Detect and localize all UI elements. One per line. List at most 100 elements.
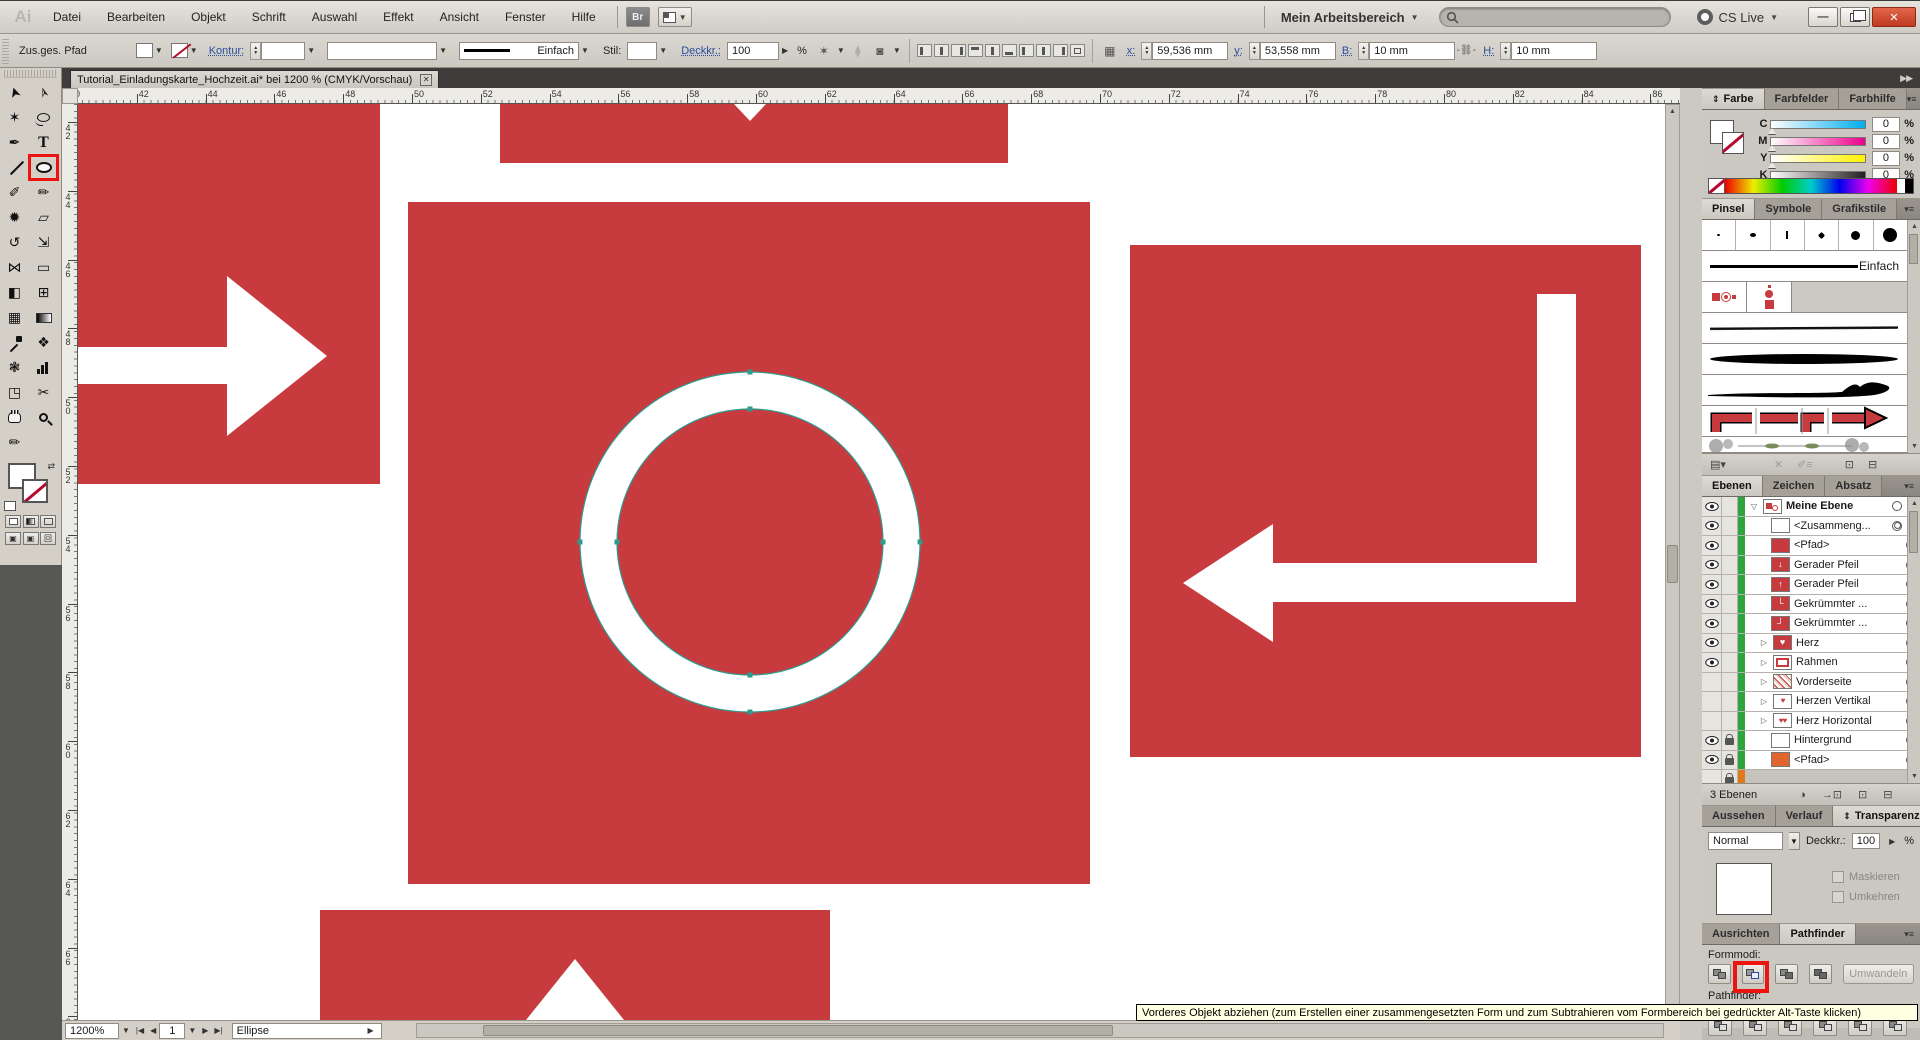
lasso-tool[interactable] [29,105,58,130]
layer-thumbnail[interactable]: ♥ [1773,694,1792,709]
layer-thumbnail[interactable]: ♥ [1773,635,1792,650]
menu-bearbeiten[interactable]: Bearbeiten [94,4,178,30]
height-stepper[interactable]: ▲▼ [1500,42,1511,60]
layer-name[interactable]: Meine Ebene [1786,500,1853,512]
direct-selection-tool[interactable]: ➢ [29,80,58,105]
align-left-icon[interactable] [917,44,932,57]
opacity-field[interactable]: 100 [727,42,779,60]
tab-ebenen[interactable]: Ebenen [1702,476,1763,496]
width-tool[interactable]: ⋈ [0,255,29,280]
blend-mode-select[interactable]: Normal [1708,832,1783,850]
brush-item-basic[interactable]: Einfach [1702,251,1907,282]
vertical-scroll-thumb[interactable] [1667,545,1678,583]
tab-absatz[interactable]: Absatz [1825,476,1882,496]
layer-scrollbar[interactable]: ▲▼ [1907,497,1920,783]
none-mode-button[interactable] [40,515,56,528]
visibility-toggle[interactable] [1702,731,1722,750]
distribute-right-icon[interactable] [1053,44,1068,57]
tab-pinsel[interactable]: Pinsel [1702,199,1755,219]
panel-menu-icon[interactable]: ▾≡ [1904,929,1920,944]
recolor-artwork-icon[interactable]: ◙ [870,42,890,60]
canvas[interactable] [78,104,1665,1020]
path-eraser-tool[interactable]: ✏ [0,430,29,455]
layer-thumbnail[interactable] [1771,538,1790,553]
style-field[interactable] [627,42,657,60]
spectrum-gradient[interactable] [1725,179,1897,193]
opacity-spinner-icon[interactable]: ▶ [779,46,791,55]
slider-marker[interactable] [1768,145,1776,151]
visibility-toggle[interactable] [1702,751,1722,770]
ellipse-tool[interactable] [29,155,58,180]
bridge-button[interactable]: Br [626,7,650,27]
horizontal-scroll-thumb[interactable] [483,1025,1113,1036]
panel-grip[interactable] [2,38,9,64]
menu-effekt[interactable]: Effekt [370,4,426,30]
y-label[interactable]: y: [1234,45,1243,57]
scroll-down-icon[interactable]: ▼ [1908,770,1920,783]
disclosure-icon[interactable]: ▷ [1759,677,1769,686]
artwork-white-arrow-head[interactable] [227,276,327,436]
disclosure-icon[interactable]: ▷ [1759,697,1769,706]
menu-datei[interactable]: Datei [40,4,94,30]
close-button[interactable]: ✕ [1872,7,1916,27]
layer-row[interactable]: ┘Gekrümmter ... [1702,614,1920,634]
slider-marker[interactable] [1768,162,1776,168]
artwork-white-ring-selected[interactable] [570,362,930,722]
status-indicator[interactable]: Ellipse ▶ [232,1023,382,1039]
stroke-weight-link[interactable]: Kontur: [209,45,244,57]
stroke-color-swatch[interactable] [1722,132,1744,154]
visibility-toggle[interactable] [1702,653,1722,672]
layer-name[interactable]: Herz [1796,637,1819,649]
delete-layer-icon[interactable]: ⊟ [1883,788,1892,801]
brush-item-calligraphic-set[interactable] [1702,220,1907,251]
visibility-toggle[interactable] [1702,536,1722,555]
tab-grafikstile[interactable]: Grafikstile [1822,199,1897,219]
channel-slider[interactable] [1770,137,1865,146]
zoom-tool[interactable] [29,405,58,430]
select-similar-icon[interactable]: ✶ [814,42,834,60]
lock-toggle[interactable] [1722,536,1738,555]
selection-tool[interactable]: ➤ [0,80,29,105]
target-circle[interactable] [1892,521,1902,531]
menu-ansicht[interactable]: Ansicht [427,4,492,30]
search-input[interactable] [1439,7,1671,27]
column-graph-tool[interactable] [29,355,58,380]
minimize-button[interactable]: — [1808,7,1838,27]
layer-thumbnail[interactable] [1771,752,1790,767]
y-stepper[interactable]: ▲▼ [1249,42,1260,60]
panel-grip[interactable] [4,70,57,78]
disclosure-icon[interactable]: ▷ [1759,716,1769,725]
lock-toggle[interactable] [1722,770,1738,783]
pen-tool[interactable]: ✒ [0,130,29,155]
draw-behind-button[interactable]: ▣ [23,532,39,545]
visibility-toggle[interactable] [1702,575,1722,594]
visibility-toggle[interactable] [1702,770,1722,783]
y-field[interactable]: 53,558 mm [1260,42,1336,60]
layer-row[interactable] [1702,770,1920,783]
hand-tool[interactable] [0,405,29,430]
layer-name[interactable]: Hintergrund [1794,734,1851,746]
draw-normal-button[interactable]: ▣ [5,532,21,545]
layer-row[interactable]: ▷♥Herzen Vertikal [1702,692,1920,712]
rotate-tool[interactable]: ↺ [0,230,29,255]
channel-value-field[interactable]: 0 [1872,134,1901,149]
fill-color-dropdown[interactable]: ▼ [136,43,165,58]
visibility-toggle[interactable] [1702,673,1722,692]
zoom-level-field[interactable]: 1200% [65,1023,119,1039]
layer-thumbnail[interactable] [1773,655,1792,670]
x-stepper[interactable]: ▲▼ [1141,42,1152,60]
tab-farbhilfe[interactable]: Farbhilfe [1839,89,1906,109]
lock-toggle[interactable] [1722,692,1738,711]
layer-row[interactable]: ↑Gerader Pfeil [1702,575,1920,595]
layer-name[interactable]: <Pfad> [1794,754,1829,766]
menu-fenster[interactable]: Fenster [492,4,559,30]
artwork-elbow-arrow-head[interactable] [1183,524,1273,642]
height-field[interactable]: 10 mm [1511,42,1597,60]
tab-symbole[interactable]: Symbole [1755,199,1822,219]
paintbrush-tool[interactable]: ✐ [0,180,29,205]
brush-definition-field[interactable] [327,42,437,60]
opacity-link[interactable]: Deckkr.: [681,45,721,57]
color-spectrum-bar[interactable] [1708,178,1914,194]
lock-toggle[interactable] [1722,595,1738,614]
document-tab[interactable]: Tutorial_Einladungskarte_Hochzeit.ai* be… [70,70,439,88]
